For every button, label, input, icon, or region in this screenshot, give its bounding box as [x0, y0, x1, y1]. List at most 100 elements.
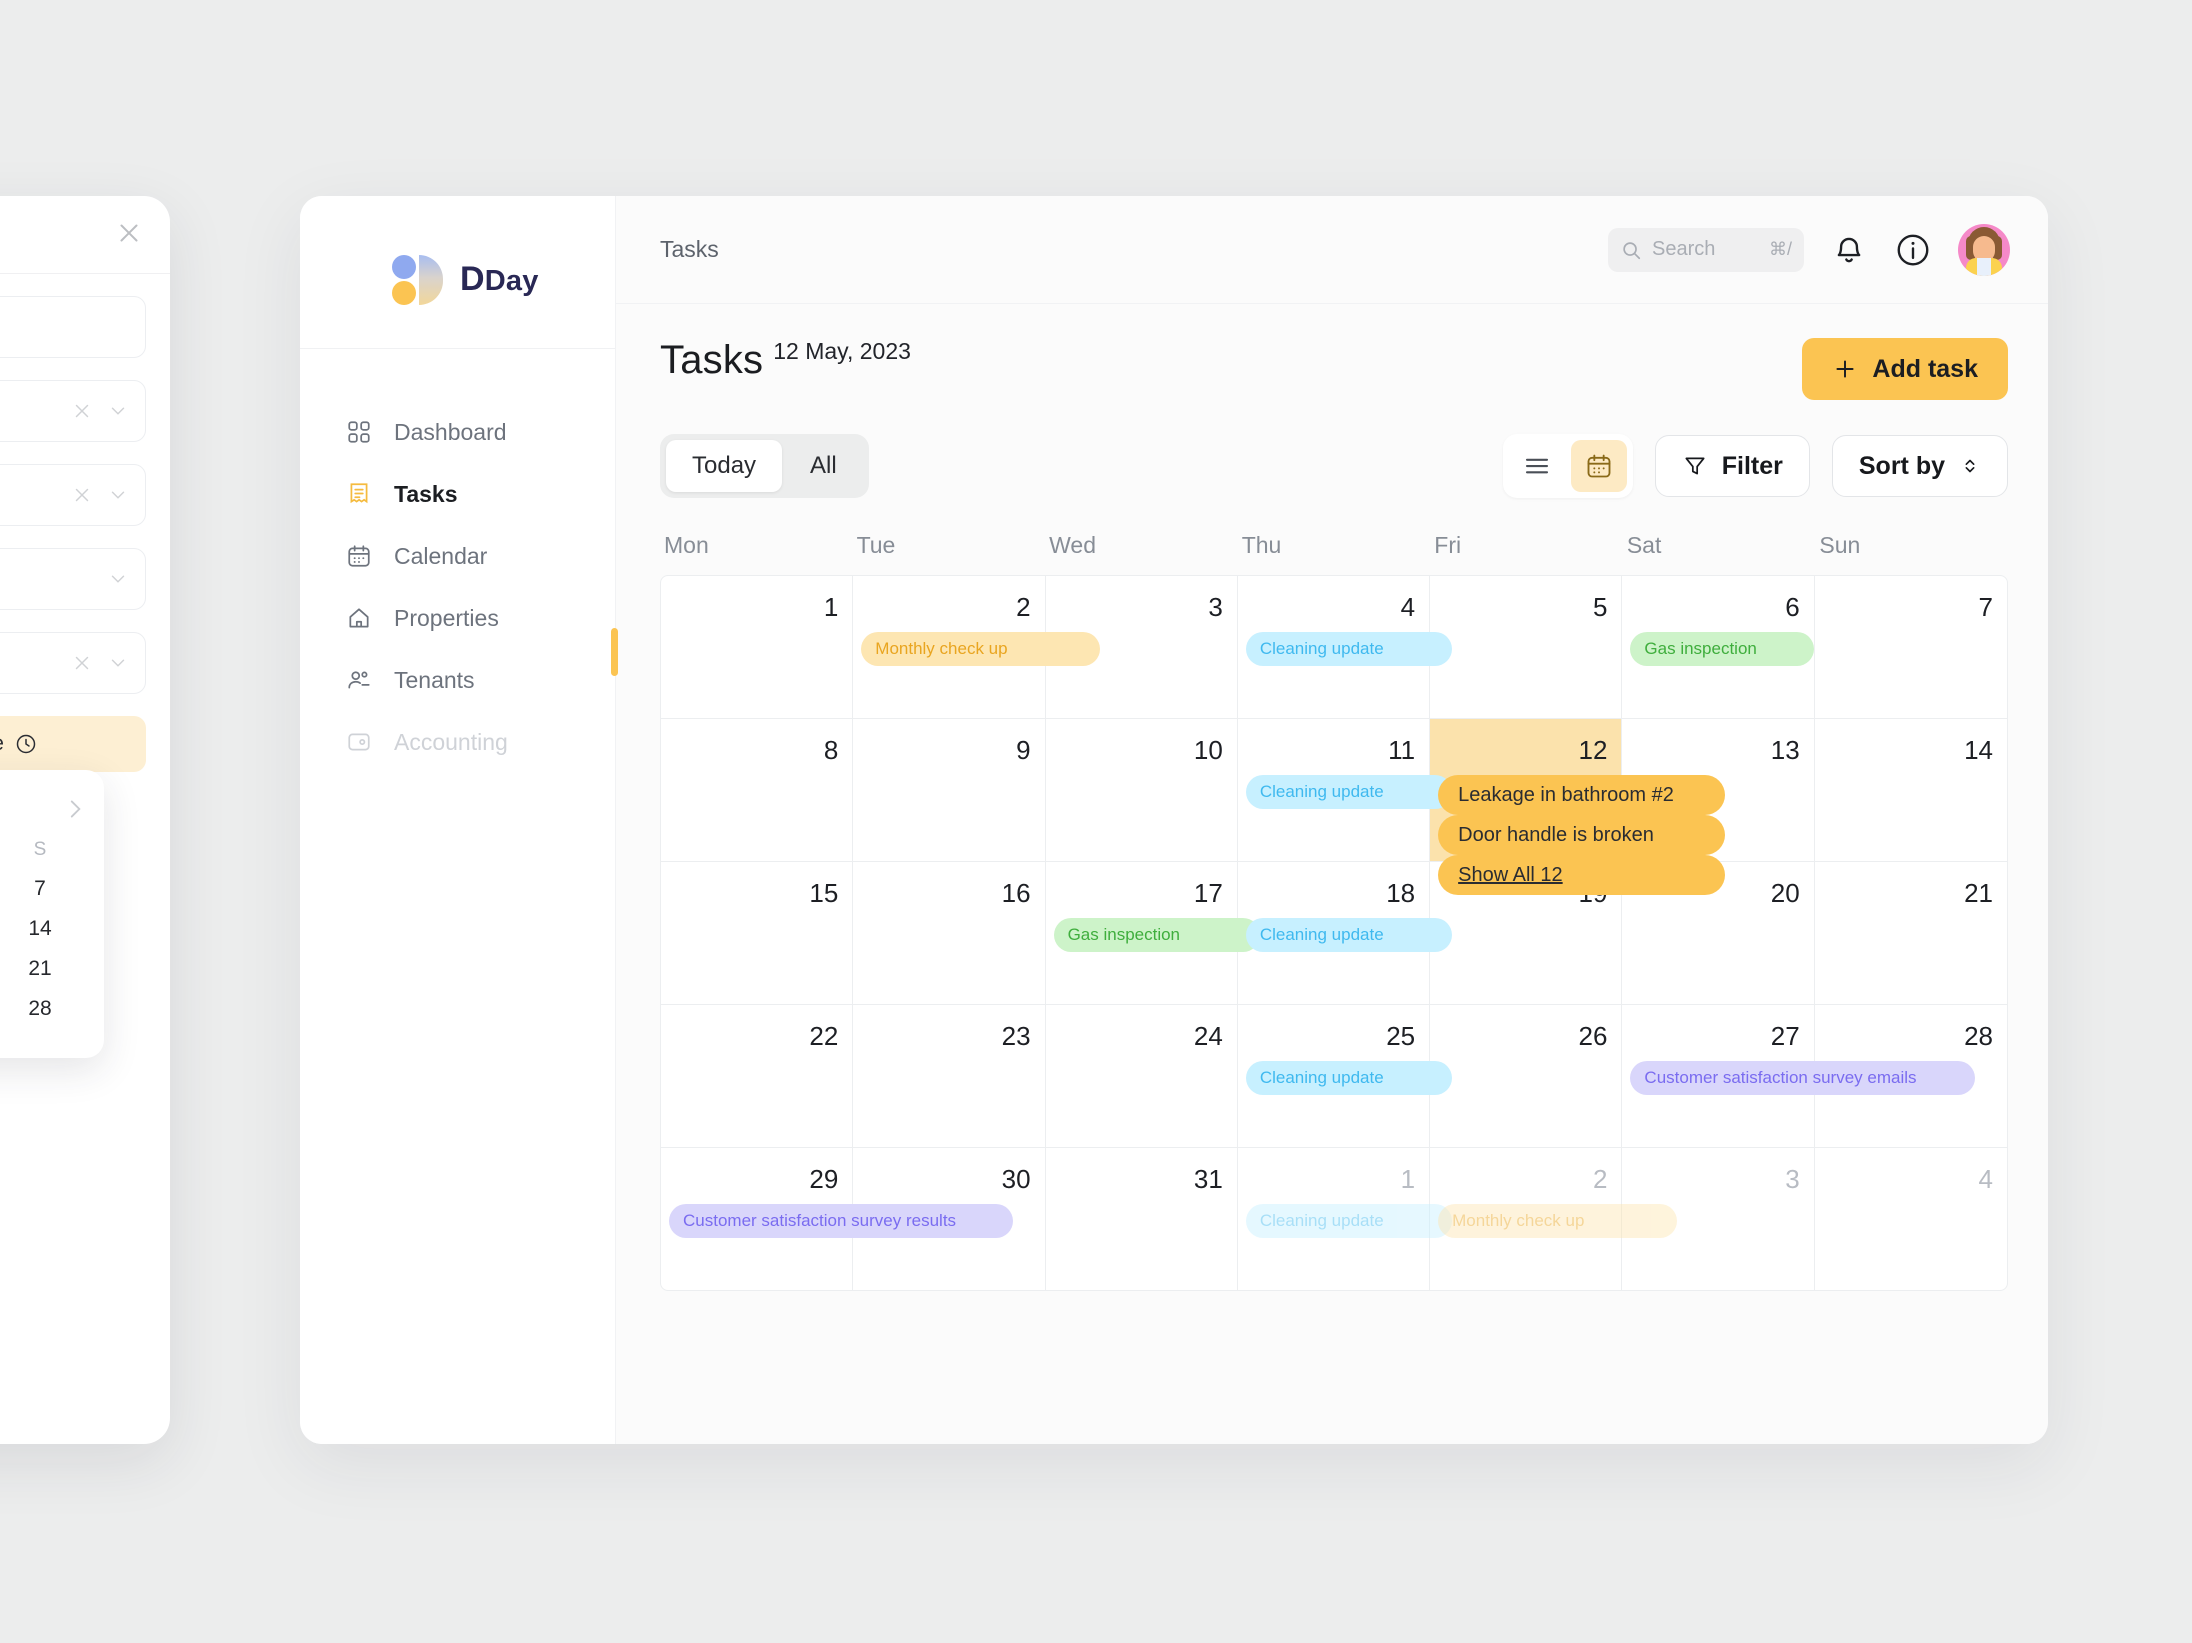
calendar-event-pill[interactable]: Monthly check up	[1438, 1204, 1678, 1238]
date-time-field[interactable]: date – time	[0, 716, 146, 772]
page-header: Tasks 12 May, 2023 Add task	[660, 338, 2008, 400]
calendar-day-cell[interactable]: 4 Cleaning update	[1238, 576, 1453, 718]
calendar-event-pill[interactable]: Cleaning update	[1245, 918, 1453, 952]
info-icon[interactable]	[1894, 231, 1932, 269]
filter-button[interactable]: Filter	[1654, 435, 1810, 497]
sidebar-item-dashboard[interactable]: Dashboard	[300, 401, 615, 463]
calendar-day-cell[interactable]: 29 Customer satisfaction survey results	[661, 1148, 1014, 1290]
calendar-event-pill[interactable]: Door handle is broken	[1438, 815, 1726, 855]
day-name: Mon	[664, 532, 709, 558]
mini-dow: S	[33, 839, 47, 860]
sidebar-item-properties[interactable]: Properties	[300, 587, 615, 649]
mini-day[interactable]: 21	[0, 957, 94, 981]
funnel-icon	[1685, 457, 1705, 475]
day-number: 6	[1785, 592, 1800, 622]
segment-today[interactable]: Today	[666, 440, 783, 492]
breadcrumb: Tasks	[660, 236, 719, 262]
search-input[interactable]: Search ⌘/	[1608, 227, 1804, 272]
chevron-down-icon[interactable]	[107, 484, 129, 506]
calendar-day-cell[interactable]: 7	[1815, 576, 2007, 718]
calendar-day-cell[interactable]: 2 Monthly check up	[1430, 1148, 1678, 1290]
mini-day[interactable]: 7	[0, 877, 94, 901]
chevron-down-icon[interactable]	[107, 400, 129, 422]
sidebar-item-calendar[interactable]: Calendar	[300, 525, 615, 587]
sidebar-item-tenants[interactable]: Tenants	[300, 649, 615, 711]
add-task-button[interactable]: Add task	[1802, 338, 2008, 400]
clear-icon[interactable]	[71, 484, 93, 506]
calendar-day-cell[interactable]: 15	[661, 862, 854, 1004]
calendar-event-pill[interactable]: Cleaning update	[1245, 632, 1453, 666]
chevron-right-icon[interactable]	[62, 796, 88, 827]
modal-select-5[interactable]	[0, 632, 146, 694]
close-icon[interactable]	[114, 218, 144, 248]
day-number: 8	[823, 735, 839, 765]
calendar-day-cell[interactable]: 18 Cleaning update	[1238, 862, 1453, 1004]
day-number: 12	[1578, 735, 1608, 765]
calendar-day-cell[interactable]: 2 Monthly check up	[853, 576, 1101, 718]
search-placeholder: Search	[1652, 238, 1716, 260]
avatar[interactable]	[1958, 223, 2010, 276]
calendar-day-cell[interactable]: 1	[661, 576, 854, 718]
calendar-day-cell[interactable]: 21	[1815, 862, 2007, 1004]
calendar-day-cell[interactable]: 11 Cleaning update	[1238, 719, 1453, 861]
calendar-week: 22 23 24 25 Cleaning update 26 27 Customer sati…	[661, 1004, 2007, 1147]
calendar-day-cell[interactable]: 26	[1430, 1005, 1623, 1147]
calendar-day-cell[interactable]: 24	[1046, 1005, 1238, 1147]
calendar-event-pill[interactable]: Leakage in bathroom #2	[1438, 775, 1726, 815]
chevron-down-icon[interactable]	[107, 568, 129, 590]
day-number: 30	[1001, 1164, 1031, 1194]
calendar-day-cell[interactable]: 4	[1815, 1148, 2007, 1290]
task-title-field[interactable]: r broken	[0, 296, 146, 358]
day-name: Fri	[1434, 532, 1462, 558]
clear-icon[interactable]	[71, 400, 93, 422]
calendar-day-cell[interactable]: 10	[1046, 719, 1238, 861]
calendar-day-cell[interactable]: 14	[1815, 719, 2007, 861]
sidebar-item-label: Tenants	[394, 666, 475, 693]
calendar-day-cell[interactable]: 1 Cleaning update	[1238, 1148, 1453, 1290]
mini-day[interactable]: 28	[0, 997, 94, 1021]
calendar-event-pill[interactable]: Cleaning update	[1245, 1204, 1453, 1238]
calendar-event-pill[interactable]: Customer satisfaction survey emails	[1630, 1061, 1975, 1095]
calendar-event-pill[interactable]: Gas inspection	[1630, 632, 1815, 666]
calendar-event-pill[interactable]: Cleaning update	[1245, 1061, 1453, 1095]
bell-icon[interactable]	[1830, 231, 1868, 269]
day-name: Wed	[1049, 532, 1097, 558]
calendar-day-cell[interactable]: 16	[853, 862, 1046, 1004]
calendar-event-pill[interactable]: Monthly check up	[861, 632, 1101, 666]
segment-all[interactable]: All	[784, 440, 863, 492]
calendar-day-cell[interactable]: 25 Cleaning update	[1238, 1005, 1453, 1147]
brand-logo[interactable]: DDay	[300, 196, 615, 305]
chevron-down-icon[interactable]	[107, 652, 129, 674]
day-number: 3	[1208, 592, 1223, 622]
sort-by-button[interactable]: Sort by	[1831, 435, 2008, 497]
show-all-link[interactable]: Show All 12	[1438, 855, 1726, 895]
calendar-day-cell[interactable]: 6 Gas inspection	[1622, 576, 1815, 718]
calendar-day-cell[interactable]: 23	[853, 1005, 1046, 1147]
calendar-view-icon[interactable]	[1570, 440, 1627, 492]
calendar-day-cell[interactable]: 5	[1430, 576, 1623, 718]
calendar-day-cell[interactable]: 17 Gas inspection	[1046, 862, 1261, 1004]
calendar-day-cell[interactable]: 31	[1046, 1148, 1238, 1290]
assignee-field[interactable]: ssignee	[0, 548, 146, 610]
calendar-day-cell[interactable]: 9	[853, 719, 1046, 861]
day-number: 10	[1193, 735, 1223, 765]
mini-calendar-nav	[0, 784, 104, 831]
mini-day[interactable]: 14	[0, 917, 94, 941]
sidebar-item-tasks[interactable]: Tasks	[300, 463, 615, 525]
calendar-day-cell[interactable]: 27 Customer satisfaction survey emails	[1622, 1005, 1975, 1147]
clear-icon[interactable]	[71, 652, 93, 674]
sidebar-item-accounting[interactable]: Accounting	[300, 711, 615, 773]
modal-select-2[interactable]	[0, 380, 146, 442]
list-view-icon[interactable]	[1509, 440, 1565, 492]
calendar-day-cell[interactable]: 8	[661, 719, 854, 861]
calendar-day-cell[interactable]: 12 Leakage in bathroom #2 Door handle is b…	[1430, 719, 1726, 895]
day-name: Tue	[856, 532, 896, 558]
plus-icon	[1836, 360, 1854, 378]
calendar-day-cell[interactable]: 22	[661, 1005, 854, 1147]
modal-select-3[interactable]: er	[0, 464, 146, 526]
sidebar-item-label: Calendar	[394, 542, 488, 569]
modal-select-3-actions	[71, 484, 129, 506]
calendar-event-pill[interactable]: Customer satisfaction survey results	[669, 1204, 1014, 1238]
calendar-event-pill[interactable]: Cleaning update	[1245, 775, 1453, 809]
calendar-event-pill[interactable]: Gas inspection	[1053, 918, 1261, 952]
